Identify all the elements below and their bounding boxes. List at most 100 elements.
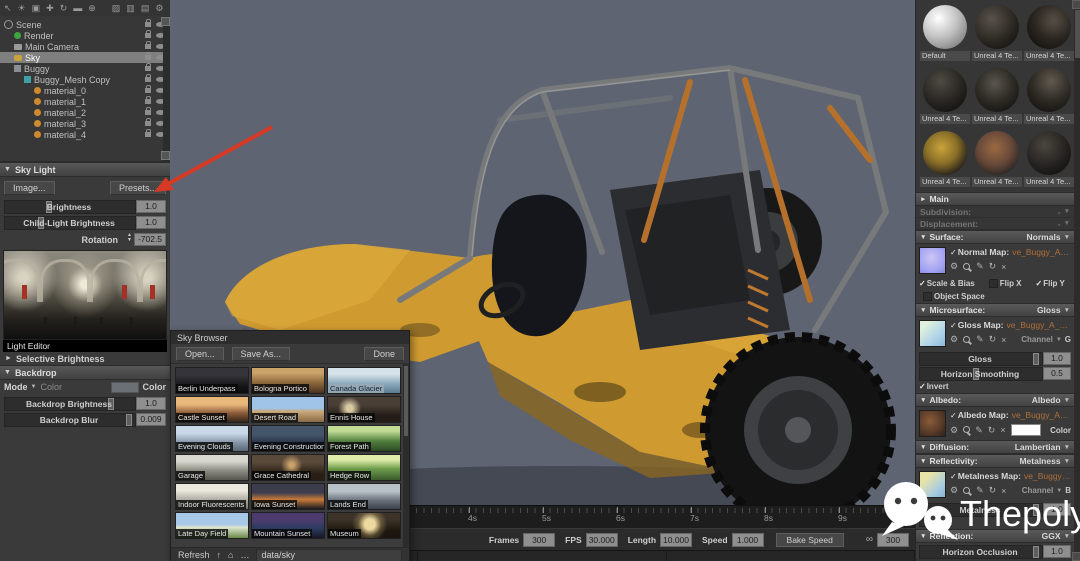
- reload-icon[interactable]: ↻: [988, 425, 996, 436]
- sky-thumb-lands-end[interactable]: Lands End: [327, 483, 401, 510]
- material-thumb[interactable]: Unreal 4 Te...: [1024, 67, 1074, 129]
- horizon-smoothing-value[interactable]: 0.5: [1043, 367, 1071, 380]
- home-icon[interactable]: ⌂: [228, 550, 233, 560]
- tree-item-main-camera[interactable]: Main Camera: [0, 41, 170, 52]
- tree-item-material-1[interactable]: material_1: [0, 96, 170, 107]
- reflectivity-mode-dropdown[interactable]: Metalness: [1019, 456, 1060, 466]
- reflection-mode-dropdown[interactable]: GGX: [1042, 531, 1061, 541]
- reflectivity-section-header[interactable]: ▼ Reflectivity: Metalness ▼: [916, 454, 1074, 468]
- tree-item-material-4[interactable]: material_4: [0, 129, 170, 140]
- lock-icon[interactable]: [145, 52, 151, 60]
- microsurface-section-header[interactable]: ▼ Microsurface: Gloss ▼: [916, 303, 1074, 317]
- edit-icon[interactable]: ✎: [975, 425, 983, 436]
- child-light-brightness-slider[interactable]: Child-Light Brightness 1.0: [4, 216, 166, 230]
- search-icon[interactable]: [963, 486, 971, 495]
- sky-browser-titlebar[interactable]: Sky Browser: [171, 331, 409, 344]
- tree-item-material-2[interactable]: material_2: [0, 107, 170, 118]
- check-icon[interactable]: ✓: [950, 411, 957, 420]
- search-icon[interactable]: [963, 426, 971, 434]
- displacement-row[interactable]: Displacement: - ▼: [916, 218, 1074, 230]
- sky-thumb-grace-cathedral[interactable]: Grace Cathedral: [251, 454, 325, 481]
- tree-item-material-0[interactable]: material_0: [0, 85, 170, 96]
- refresh-button[interactable]: Refresh: [178, 550, 210, 560]
- material-thumb[interactable]: Unreal 4 Te...: [920, 130, 970, 192]
- albedo-map-thumbnail[interactable]: [919, 410, 946, 437]
- normal-map-thumbnail[interactable]: [919, 247, 946, 274]
- select-tool-icon[interactable]: ↖: [4, 3, 12, 13]
- sky-thumb-evening-construction[interactable]: Evening Construction: [251, 425, 325, 452]
- material-thumb[interactable]: Unreal 4 Te...: [972, 67, 1022, 129]
- material-panel-scrollbar[interactable]: [1072, 0, 1080, 561]
- flip-x-checkbox[interactable]: Flip X: [988, 279, 1022, 288]
- image-button[interactable]: Image...: [4, 181, 55, 195]
- lock-icon[interactable]: [145, 96, 151, 104]
- horizon-occlusion-slider[interactable]: Horizon Occlusion 1.0: [919, 545, 1071, 559]
- gear-icon[interactable]: ⚙: [950, 261, 958, 272]
- child-light-brightness-value[interactable]: 1.0: [136, 216, 166, 229]
- sky-light-header[interactable]: ▼ Sky Light: [0, 162, 170, 177]
- sky-thumb-castle-sunset[interactable]: Castle Sunset: [175, 396, 249, 423]
- material-thumb[interactable]: Unreal 4 Te...: [1024, 130, 1074, 192]
- metalness-map-thumbnail[interactable]: [919, 471, 946, 498]
- lock-icon[interactable]: [145, 107, 151, 115]
- gear-icon[interactable]: ⚙: [950, 425, 958, 436]
- search-icon[interactable]: [963, 335, 971, 344]
- check-icon[interactable]: ✓: [950, 472, 957, 481]
- backdrop-brightness-value[interactable]: 1.0: [136, 397, 166, 410]
- invert-checkbox[interactable]: ✓ Invert: [919, 382, 949, 391]
- metalness-value[interactable]: 1.0: [1043, 503, 1071, 516]
- tree-item-scene[interactable]: Scene: [0, 19, 170, 30]
- gloss-slider[interactable]: Gloss 1.0: [919, 352, 1071, 366]
- camera-icon[interactable]: ▣: [32, 3, 41, 13]
- backdrop-brightness-slider[interactable]: Backdrop Brightness 1.0: [4, 397, 166, 411]
- sky-thumb-desert-road[interactable]: Desert Road: [251, 396, 325, 423]
- speed-value[interactable]: 1.000: [731, 532, 764, 547]
- rotate-icon[interactable]: ↻: [60, 3, 68, 13]
- sky-thumb-berlin-underpass[interactable]: Berlin Underpass: [175, 367, 249, 394]
- albedo-section-header[interactable]: ▼ Albedo: Albedo ▼: [916, 393, 1074, 407]
- sky-thumb-indoor-fluorescents[interactable]: Indoor Fluorescents: [175, 483, 249, 510]
- albedo-mode-dropdown[interactable]: Albedo: [1032, 395, 1061, 405]
- save-as-button[interactable]: Save As...: [231, 346, 291, 361]
- backdrop-color-swatch[interactable]: [110, 381, 139, 393]
- tree-item-buggy-mesh-copy[interactable]: Buggy_Mesh Copy: [0, 74, 170, 85]
- clear-icon[interactable]: ×: [1001, 335, 1006, 345]
- lock-icon[interactable]: [145, 19, 151, 27]
- reload-icon[interactable]: ↻: [989, 261, 997, 272]
- dropdown-arrow-icon[interactable]: ▼: [31, 384, 37, 390]
- material-thumb[interactable]: Unreal 4 Te...: [1024, 4, 1074, 66]
- sky-thumb-iowa-sunset[interactable]: Iowa Sunset: [251, 483, 325, 510]
- material-thumb[interactable]: Unreal 4 Te...: [920, 67, 970, 129]
- lock-icon[interactable]: [145, 41, 151, 49]
- sky-thumb-garage[interactable]: Garage: [175, 454, 249, 481]
- globe-icon[interactable]: ⊕: [88, 3, 96, 13]
- rotation-stepper[interactable]: ▲ ▼: [127, 233, 132, 243]
- reload-icon[interactable]: ↻: [989, 334, 997, 345]
- search-icon[interactable]: [963, 262, 971, 271]
- object-space-checkbox[interactable]: Object Space: [923, 292, 985, 301]
- lock-icon[interactable]: [145, 129, 151, 137]
- open-button[interactable]: Open...: [176, 346, 224, 361]
- sky-browser-scrollbar[interactable]: [403, 364, 409, 547]
- sky-thumb-late-day-field[interactable]: Late Day Field: [175, 512, 249, 539]
- shadow-plane-icon[interactable]: ▬: [73, 3, 82, 13]
- tree-scrollbar[interactable]: [161, 16, 170, 161]
- gear-icon[interactable]: ⚙: [950, 485, 958, 496]
- path-field[interactable]: data/sky: [256, 548, 402, 561]
- sky-thumb-forest-path[interactable]: Forest Path: [327, 425, 401, 452]
- link-icon[interactable]: ∞: [866, 534, 873, 545]
- tree-item-sky[interactable]: Sky: [0, 52, 170, 63]
- edit-icon[interactable]: ✎: [976, 334, 984, 345]
- channel-dropdown[interactable]: Channel ▼ G: [1021, 335, 1071, 344]
- lock-icon[interactable]: [145, 30, 151, 38]
- rotation-value[interactable]: -702.5: [134, 233, 166, 246]
- lock-icon[interactable]: [145, 85, 151, 93]
- edit-icon[interactable]: ✎: [976, 485, 984, 496]
- sky-hdri-preview[interactable]: [3, 250, 167, 340]
- diffusion-mode-dropdown[interactable]: Lambertian: [1015, 442, 1061, 452]
- sky-thumb-bologna-portico[interactable]: Bologna Portico: [251, 367, 325, 394]
- presets-button[interactable]: Presets...: [109, 181, 166, 195]
- brightness-value[interactable]: 1.0: [136, 200, 166, 213]
- light-icon[interactable]: ☀: [18, 3, 26, 13]
- lock-icon[interactable]: [145, 74, 151, 82]
